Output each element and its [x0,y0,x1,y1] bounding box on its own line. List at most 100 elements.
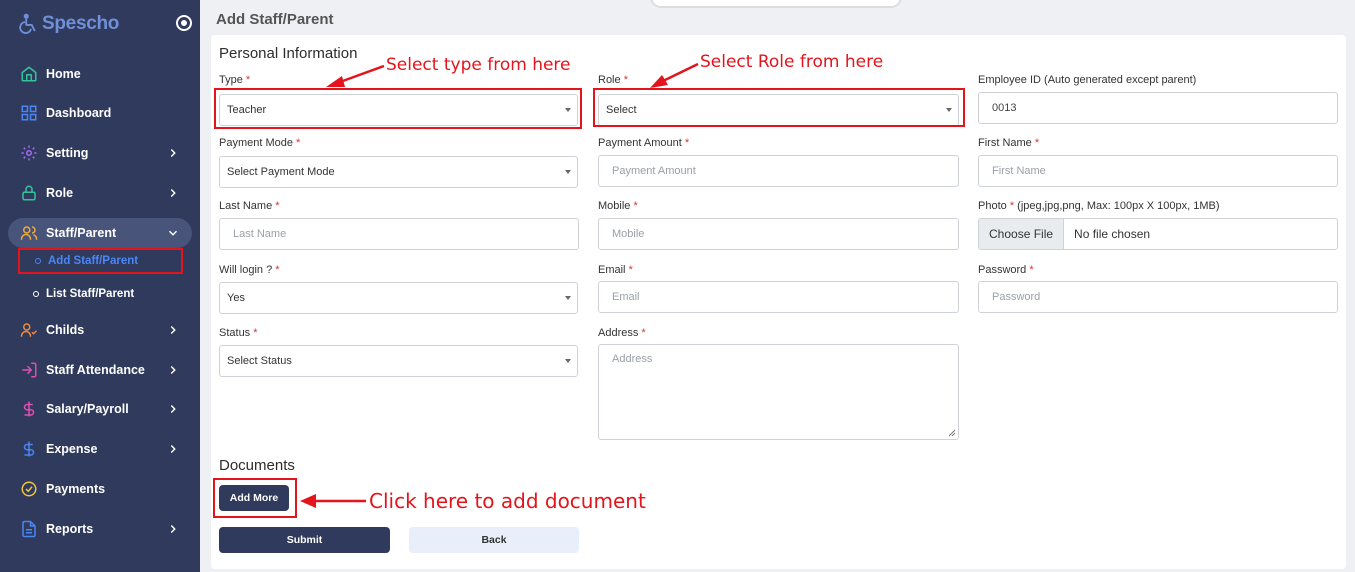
sidebar-item-label: Staff/Parent [46,226,117,240]
wheelchair-logo-icon [19,13,36,34]
back-button[interactable]: Back [409,527,579,553]
sidebar-item-reports[interactable]: Reports [8,514,192,544]
lock-icon [22,185,36,201]
mobile-placeholder: Mobile [612,228,645,240]
photo-label: Photo * (jpeg,jpg,png, Max: 100px X 100p… [978,200,1220,212]
sidebar-item-role[interactable]: Role [8,178,192,208]
sidebar-item-setting[interactable]: Setting [8,138,192,168]
top-search-pill[interactable] [650,0,902,8]
chevron-right-icon [170,365,176,375]
address-placeholder: Address [612,353,653,365]
photo-file-input[interactable]: Choose File No file chosen [978,218,1338,250]
user-check-icon [20,323,38,337]
chevron-right-icon [170,404,176,414]
email-placeholder: Email [612,291,640,303]
first-name-label: First Name * [978,137,1040,149]
sidebar-item-childs[interactable]: Childs [8,315,192,345]
sidebar-item-expense[interactable]: Expense [8,434,192,464]
sidebar-toggle-icon[interactable] [176,15,192,31]
payment-amount-input[interactable]: Payment Amount [598,155,959,187]
grid-icon [21,105,37,121]
sidebar-subitem-label: List Staff/Parent [46,288,135,300]
users-icon [20,226,38,240]
choose-file-button[interactable]: Choose File [979,219,1065,249]
payment-mode-value: Select Payment Mode [227,166,335,178]
sidebar-subitem-add-staff-parent[interactable]: Add Staff/Parent [18,248,183,274]
password-input[interactable]: Password [978,281,1338,313]
sidebar-item-staff-attendance[interactable]: Staff Attendance [8,355,192,385]
first-name-input[interactable]: First Name [978,155,1338,187]
file-icon [22,520,36,538]
type-select-value: Teacher [227,104,267,116]
email-label: Email * [598,264,633,276]
role-select-value: Select [606,104,637,116]
sidebar-subitem-list-staff-parent[interactable]: List Staff/Parent [18,281,183,307]
home-icon [21,66,37,82]
sidebar-item-payments[interactable]: Payments [8,474,192,504]
role-select[interactable]: Select [598,94,959,126]
page-title: Add Staff/Parent [216,11,334,28]
status-select[interactable]: Select Status [219,345,578,377]
chevron-right-icon [170,188,176,198]
address-textarea[interactable]: Address [598,344,959,440]
sidebar-item-label: Dashboard [46,106,112,120]
status-label: Status * [219,327,258,339]
chevron-down-icon [168,230,178,236]
role-label: Role * [598,74,628,86]
chevron-right-icon [170,444,176,454]
app-logo[interactable]: Spescho [18,12,119,36]
address-label: Address * [598,327,646,339]
caret-down-icon [565,296,571,300]
log-in-icon [22,362,37,378]
chevron-right-icon [170,148,176,158]
sidebar-item-dashboard[interactable]: Dashboard [8,98,192,128]
logo-text: Spescho [42,13,120,34]
sidebar-item-label: Home [46,67,81,81]
mobile-input[interactable]: Mobile [598,218,959,250]
caret-down-icon [946,108,952,112]
document-hint-annotation: Click here to add document [369,489,646,513]
payment-amount-placeholder: Payment Amount [612,165,696,177]
sidebar-subitem-label: Add Staff/Parent [48,255,139,267]
status-value: Select Status [227,355,292,367]
sidebar-item-label: Reports [46,522,94,536]
sidebar-item-staff-parent[interactable]: Staff/Parent [8,218,192,248]
add-more-button[interactable]: Add More [219,485,289,511]
role-hint-annotation: Select Role from here [700,52,884,72]
sidebar-item-label: Payments [46,482,106,496]
sidebar-item-label: Childs [46,323,85,337]
payment-amount-label: Payment Amount * [598,137,690,149]
bullet-icon [33,291,39,297]
sidebar-item-label: Staff Attendance [46,363,145,377]
email-input[interactable]: Email [598,281,959,313]
will-login-label: Will login ? * [219,264,280,276]
last-name-label: Last Name * [219,200,280,212]
dollar-icon [23,401,35,417]
type-select[interactable]: Teacher [219,94,578,126]
sidebar-item-label: Expense [46,442,98,456]
section-title-personal: Personal Information [219,45,358,62]
sidebar-item-label: Role [46,186,74,200]
type-hint-annotation: Select type from here [386,55,571,75]
sidebar-item-label: Setting [46,146,89,160]
payment-mode-label: Payment Mode * [219,137,301,149]
employee-id-field[interactable]: 0013 [978,92,1338,124]
submit-button[interactable]: Submit [219,527,390,553]
first-name-placeholder: First Name [992,165,1046,177]
payment-mode-select[interactable]: Select Payment Mode [219,156,578,188]
resize-grip-icon[interactable] [948,429,956,437]
sidebar-item-salary-payroll[interactable]: Salary/Payroll [8,394,192,424]
type-label: Type * [219,74,251,86]
last-name-placeholder: Last Name [233,228,287,240]
caret-down-icon [565,359,571,363]
sidebar-item-label: Salary/Payroll [46,402,129,416]
last-name-input[interactable]: Last Name [219,218,579,250]
file-status-text: No file chosen [1074,227,1151,241]
mobile-label: Mobile * [598,200,638,212]
chevron-right-icon [170,325,176,335]
will-login-select[interactable]: Yes [219,282,578,314]
bullet-icon [35,258,41,264]
check-circle-icon [21,481,37,497]
dollar-icon [23,441,35,457]
sidebar-item-home[interactable]: Home [8,59,192,89]
